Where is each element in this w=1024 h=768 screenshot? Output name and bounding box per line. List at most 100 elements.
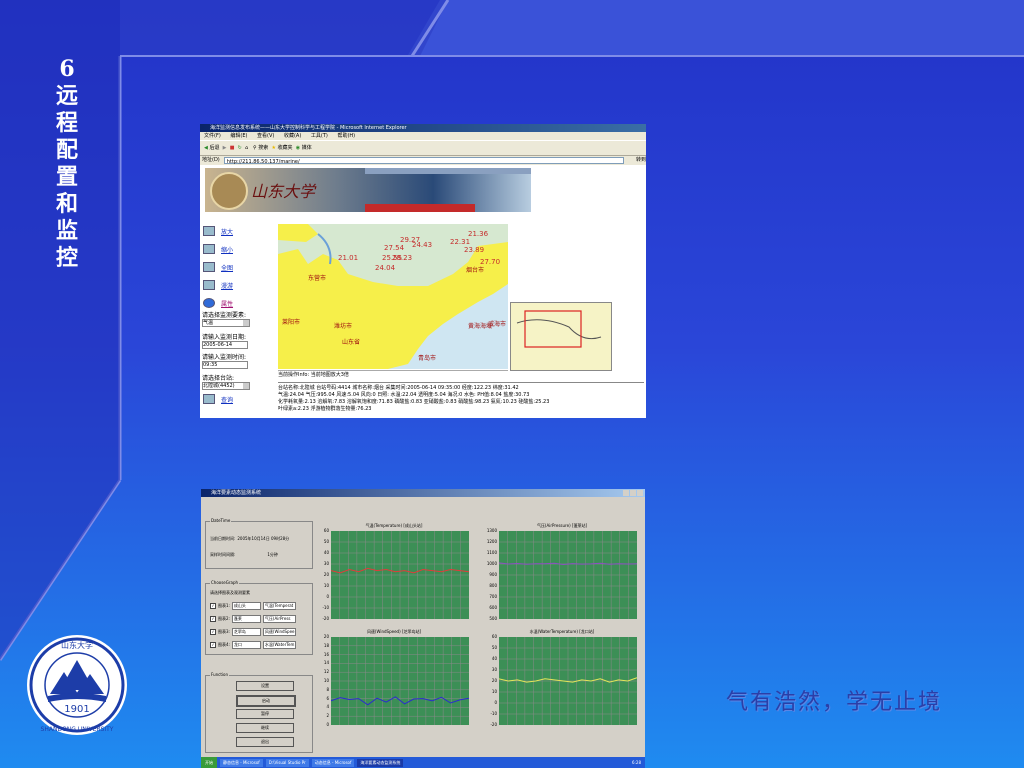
function-group: Function 设置 启动 暂停 继续 退出 — [205, 672, 313, 753]
element-select[interactable]: 气温 — [202, 319, 250, 327]
map-place: 潍坊市 — [334, 322, 352, 330]
taskbar: 开始 静态信息 - Microsof D:\Visual Studio Pr 动… — [201, 757, 645, 768]
date-input[interactable]: 2005-06-14 — [202, 341, 248, 349]
station-map[interactable]: 21.36 29.27 24.43 22.31 27.54 23.89 21.0… — [278, 224, 508, 369]
y-tick-label: 20 — [323, 572, 329, 577]
start-button[interactable]: 开始 — [201, 757, 217, 768]
element-combo[interactable]: 气温(Temperat — [262, 602, 296, 610]
browser-screenshot: 海洋监测信息发布系统——山东大学控制科学与工程学院 - Microsoft In… — [200, 124, 646, 418]
chart-panel: 风速(WindSpeed) [芝罘岛站] 20 18 16 14 12 10 8 6 4 2 0 — [315, 629, 473, 747]
settings-button[interactable]: 设置 — [236, 681, 294, 691]
station-combo[interactable]: 芝罘岛 — [231, 628, 261, 636]
datetime-row: 当前日期时间: 2005年10月14日 09时28分 — [210, 536, 289, 542]
element-combo[interactable]: 气压(AirPress — [262, 615, 296, 623]
menu-edit[interactable]: 编辑(E) — [230, 133, 247, 139]
y-tick-label: 1100 — [486, 550, 497, 555]
graph-checkbox[interactable]: ✓ — [210, 629, 216, 635]
graph-checkbox[interactable]: ✓ — [210, 603, 216, 609]
home-icon[interactable]: ⌂ — [245, 145, 248, 151]
go-button[interactable]: 转到 — [636, 156, 646, 165]
query-button[interactable]: 查询 — [203, 394, 233, 404]
favorites-icon[interactable]: ★ — [271, 145, 275, 151]
datetime-caption: DateTime — [210, 518, 232, 523]
menu-view[interactable]: 查看(V) — [257, 133, 274, 139]
forward-icon[interactable]: ▶ — [223, 145, 227, 151]
minimize-icon[interactable] — [623, 490, 629, 496]
refresh-icon[interactable]: ↻ — [238, 145, 242, 151]
globe-icon — [203, 262, 215, 272]
search-button[interactable]: 搜索 — [258, 145, 268, 151]
map-value: 27.70 — [480, 258, 500, 266]
menu-favorites[interactable]: 收藏(A) — [284, 133, 301, 139]
station-combo[interactable]: 龙口 — [231, 641, 261, 649]
map-tool-pan[interactable]: 漫游 — [203, 276, 275, 294]
map-tool-zoom-out[interactable]: 缩小 — [203, 240, 275, 258]
map-place: 山东省 — [342, 338, 360, 346]
start-button[interactable]: 启动 — [236, 695, 296, 707]
banner-accent — [365, 204, 475, 212]
media-button[interactable]: 媒体 — [302, 145, 312, 151]
y-tick-label: 30 — [491, 667, 497, 672]
chart-title: 气温(Temperature) [成山头站] — [365, 523, 423, 528]
slide-title-char: 控 — [55, 245, 78, 271]
graph-checkbox[interactable]: ✓ — [210, 616, 216, 622]
media-icon[interactable]: ◉ — [296, 145, 300, 151]
map-value: 24.43 — [412, 241, 432, 249]
slide-title: 6 远 程 配 置 和 监 控 — [52, 56, 82, 272]
zoom-in-icon — [203, 226, 215, 236]
info-line: 台站名称:北隍城 台站号码:4414 城市名称:烟台 采集时间:2005-06-… — [278, 385, 519, 391]
taskbar-item[interactable]: 动态信息 - Microsof — [311, 758, 355, 767]
y-tick-label: 30 — [323, 561, 329, 566]
exit-button[interactable]: 退出 — [236, 737, 294, 747]
choose-graph-group: ChooseGraph 请选择图表及观测要素 ✓ 图表1: 成山头 气温(Tem… — [205, 580, 313, 655]
time-input[interactable]: 09:35 — [202, 361, 248, 369]
map-tool-zoom-in[interactable]: 放大 — [203, 222, 275, 240]
stop-icon[interactable]: ■ — [230, 145, 235, 151]
search-icon[interactable]: ⚲ — [253, 145, 257, 151]
station-combo[interactable]: 成山头 — [231, 602, 261, 610]
element-label: 请选择监测要素: — [202, 312, 247, 319]
chart-title: 风速(WindSpeed) [芝罘岛站] — [366, 629, 422, 634]
info-icon — [203, 298, 215, 308]
maximize-icon[interactable] — [630, 490, 636, 496]
y-tick-label: 50 — [491, 645, 497, 650]
slide-title-char: 6 — [59, 56, 75, 82]
address-input[interactable]: http://211.86.50.137/marine/ — [223, 157, 624, 165]
map-place: 青岛市 — [418, 354, 436, 362]
motto: 气有浩然，学无止境 — [726, 690, 943, 715]
map-tool-menu: 放大 缩小 全图 漫游 属性 — [203, 222, 275, 312]
resume-button[interactable]: 继续 — [236, 723, 294, 733]
taskbar-item[interactable]: 静态信息 - Microsof — [220, 758, 263, 767]
map-canvas: 21.36 29.27 24.43 22.31 27.54 23.89 21.0… — [278, 224, 508, 369]
back-button[interactable]: 后退 — [209, 145, 219, 151]
favorites-button[interactable]: 收藏夹 — [278, 145, 293, 151]
taskbar-item[interactable]: 海洋要素动态监测系统 — [357, 758, 404, 767]
map-place: 黄海海域 — [468, 322, 492, 330]
taskbar-item[interactable]: D:\Visual Studio Pr — [265, 758, 309, 767]
overview-map[interactable] — [510, 302, 612, 371]
menu-tools[interactable]: 工具(T) — [311, 133, 328, 139]
graph-checkbox[interactable]: ✓ — [210, 642, 216, 648]
graph-row: ✓ 图表2: 蓬莱 气压(AirPress — [210, 615, 296, 623]
graph-label: 图表3: — [218, 629, 230, 634]
pause-button[interactable]: 暂停 — [236, 709, 294, 719]
slide-title-char: 和 — [55, 191, 78, 217]
map-value: 27.54 — [384, 244, 405, 252]
menu-help[interactable]: 帮助(H) — [337, 133, 355, 139]
y-tick-label: 10 — [323, 583, 329, 588]
station-combo[interactable]: 蓬莱 — [231, 615, 261, 623]
choose-hint: 请选择图表及观测要素 — [210, 590, 250, 595]
taskbar-clock: 6:28 — [632, 760, 641, 765]
map-tool-full-extent[interactable]: 全图 — [203, 258, 275, 276]
back-icon[interactable]: ◀ — [204, 145, 208, 151]
map-status: 当前操作Info: 当前地图放大3倍 — [278, 370, 508, 378]
y-tick-label: 40 — [491, 656, 497, 661]
element-combo[interactable]: 水温(WaterTem — [262, 641, 296, 649]
station-select[interactable]: 北隍城(4452) — [202, 382, 250, 390]
element-combo[interactable]: 风速(WindSpee — [262, 628, 296, 636]
map-value: 21.01 — [338, 254, 358, 262]
menu-file[interactable]: 文件(F) — [204, 133, 221, 139]
window-controls — [623, 490, 643, 496]
close-icon[interactable] — [637, 490, 643, 496]
y-tick-label: 700 — [489, 594, 497, 599]
